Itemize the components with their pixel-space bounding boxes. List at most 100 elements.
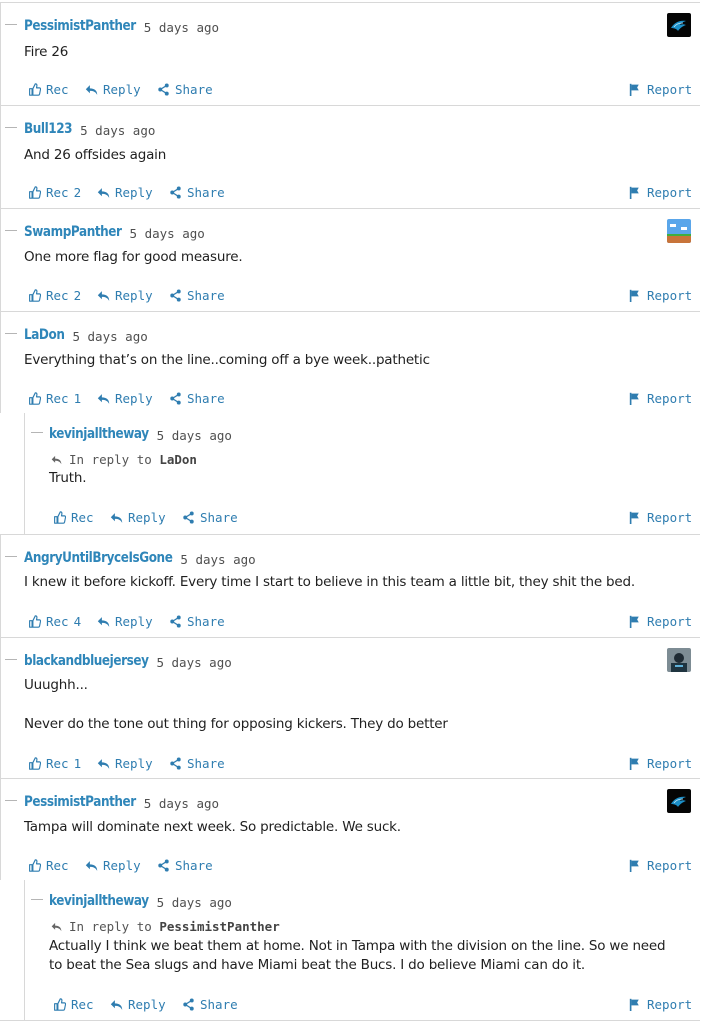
timestamp[interactable]: 5 days ago: [157, 895, 232, 910]
report-button[interactable]: Report: [629, 997, 692, 1012]
thread-bottom-divider: [0, 1020, 700, 1021]
collapse-toggle[interactable]: [5, 556, 17, 557]
share-button[interactable]: Share: [157, 82, 213, 97]
reply-label: Reply: [115, 185, 153, 200]
report-button[interactable]: Report: [629, 614, 692, 629]
comment-body: And 26 offsides again: [24, 147, 167, 163]
reply-button[interactable]: Reply: [97, 614, 153, 629]
share-button[interactable]: Share: [182, 997, 238, 1012]
comment: PessimistPanther 5 days ago Tampa will dom…: [0, 778, 700, 880]
rec-button[interactable]: Rec 4: [28, 614, 81, 629]
comment: blackandbluejersey 5 days ago Uuughh... Nev…: [0, 637, 700, 778]
rec-button[interactable]: Rec: [28, 82, 69, 97]
in-reply-to-user-link[interactable]: PessimistPanther: [159, 919, 279, 934]
share-label: Share: [200, 997, 238, 1012]
rec-label: Rec: [46, 288, 69, 303]
in-reply-to-label: In reply to: [69, 919, 152, 934]
report-label: Report: [647, 185, 693, 200]
username-link[interactable]: AngryUntilBryceIsGone: [24, 550, 173, 566]
collapse-toggle[interactable]: [31, 899, 43, 900]
share-label: Share: [200, 510, 238, 525]
rec-button[interactable]: Rec: [53, 510, 94, 525]
share-label: Share: [187, 185, 225, 200]
report-label: Report: [647, 82, 693, 97]
comment-body-paragraph: Never do the tone out thing for opposing…: [24, 716, 448, 732]
username-link[interactable]: Bull123: [24, 121, 73, 137]
report-button[interactable]: Report: [629, 858, 692, 873]
share-button[interactable]: Share: [157, 858, 213, 873]
share-button[interactable]: Share: [169, 391, 225, 406]
reply-button[interactable]: Reply: [97, 288, 153, 303]
rec-button[interactable]: Rec 1: [28, 391, 81, 406]
comment-body: Truth.: [49, 470, 87, 486]
collapse-toggle[interactable]: [5, 800, 17, 801]
share-button[interactable]: Share: [169, 756, 225, 771]
share-label: Share: [187, 391, 225, 406]
comment-actions: Rec 1 Reply Share Report: [1, 756, 700, 776]
username-link[interactable]: LaDon: [24, 327, 65, 343]
comment-actions: Rec 2 Reply Share Report: [1, 185, 700, 205]
report-button[interactable]: Report: [629, 391, 692, 406]
timestamp[interactable]: 5 days ago: [72, 329, 147, 344]
rec-button[interactable]: Rec: [53, 997, 94, 1012]
rec-button[interactable]: Rec 1: [28, 756, 81, 771]
timestamp[interactable]: 5 days ago: [80, 123, 155, 138]
collapse-toggle[interactable]: [5, 24, 17, 25]
username-link[interactable]: kevinjalltheway: [49, 893, 149, 909]
report-button[interactable]: Report: [629, 510, 692, 525]
share-button[interactable]: Share: [169, 185, 225, 200]
username-link[interactable]: PessimistPanther: [24, 794, 136, 810]
reply-comment: kevinjalltheway 5 days ago In reply to Pes…: [24, 880, 700, 1021]
reply-button[interactable]: Reply: [85, 858, 141, 873]
comment-body: Everything that’s on the line..coming of…: [24, 352, 430, 368]
collapse-toggle[interactable]: [5, 333, 17, 334]
reply-label: Reply: [115, 288, 153, 303]
rec-count: 1: [73, 391, 82, 406]
rec-button[interactable]: Rec: [28, 858, 69, 873]
reply-button[interactable]: Reply: [97, 756, 153, 771]
collapse-toggle[interactable]: [5, 127, 17, 128]
timestamp[interactable]: 5 days ago: [144, 796, 219, 811]
comment: PessimistPanther 5 days ago Fire 26 Rec Repl…: [0, 2, 700, 105]
username-link[interactable]: SwampPanther: [24, 224, 122, 240]
collapse-toggle[interactable]: [31, 432, 43, 433]
in-reply-to-user-link[interactable]: LaDon: [159, 452, 197, 467]
share-button[interactable]: Share: [169, 288, 225, 303]
reply-button[interactable]: Reply: [97, 391, 153, 406]
username-link[interactable]: PessimistPanther: [24, 18, 136, 34]
report-button[interactable]: Report: [629, 82, 692, 97]
timestamp[interactable]: 5 days ago: [144, 20, 219, 35]
comment: Bull123 5 days ago And 26 offsides again Re…: [0, 105, 700, 208]
reply-button[interactable]: Reply: [110, 510, 166, 525]
in-reply-to: In reply to PessimistPanther: [51, 919, 280, 934]
rec-button[interactable]: Rec 2: [28, 288, 81, 303]
rec-label: Rec: [46, 391, 69, 406]
timestamp[interactable]: 5 days ago: [180, 552, 255, 567]
collapse-toggle[interactable]: [5, 659, 17, 660]
reply-button[interactable]: Reply: [85, 82, 141, 97]
report-button[interactable]: Report: [629, 288, 692, 303]
timestamp[interactable]: 5 days ago: [156, 655, 231, 670]
username-link[interactable]: blackandbluejersey: [24, 653, 149, 669]
reply-button[interactable]: Reply: [110, 997, 166, 1012]
reply-label: Reply: [103, 858, 141, 873]
reply-label: Reply: [115, 756, 153, 771]
share-button[interactable]: Share: [182, 510, 238, 525]
username-link[interactable]: kevinjalltheway: [49, 426, 149, 442]
share-button[interactable]: Share: [169, 614, 225, 629]
rec-button[interactable]: Rec 2: [28, 185, 81, 200]
share-label: Share: [187, 614, 225, 629]
reply-button[interactable]: Reply: [97, 185, 153, 200]
reply-label: Reply: [103, 82, 141, 97]
avatar[interactable]: [667, 219, 691, 243]
collapse-toggle[interactable]: [5, 230, 17, 231]
report-button[interactable]: Report: [629, 756, 692, 771]
avatar[interactable]: [667, 789, 691, 813]
avatar[interactable]: [667, 648, 691, 672]
avatar[interactable]: [667, 13, 691, 37]
report-button[interactable]: Report: [629, 185, 692, 200]
rec-label: Rec: [46, 614, 69, 629]
comment: SwampPanther 5 days ago One more flag for …: [0, 208, 700, 311]
timestamp[interactable]: 5 days ago: [130, 226, 205, 241]
timestamp[interactable]: 5 days ago: [157, 428, 232, 443]
